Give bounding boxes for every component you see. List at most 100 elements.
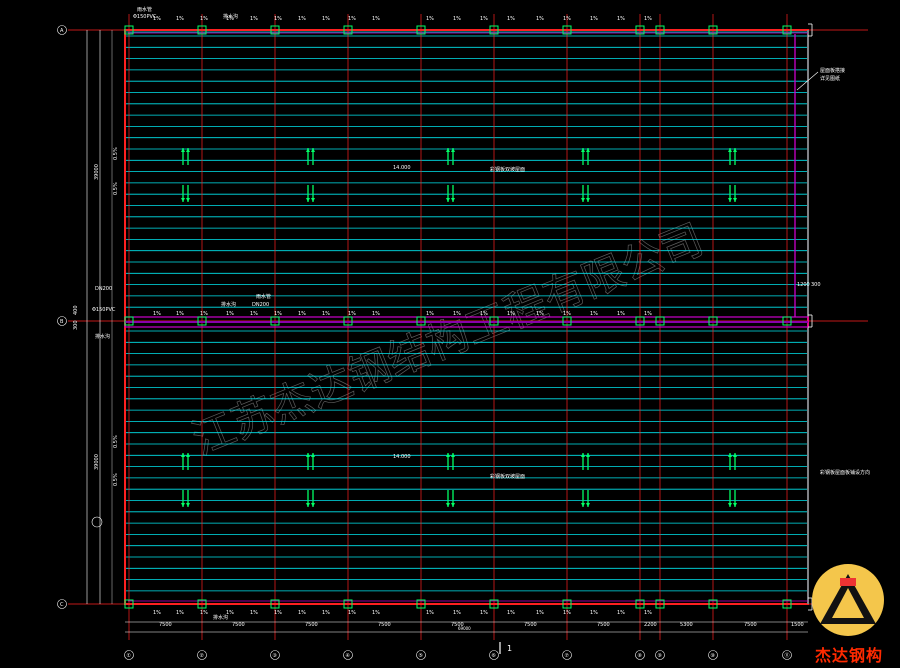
label-gutter-bottom: 排水沟: [213, 614, 228, 621]
slope-label: 1%: [453, 610, 461, 616]
slope-arrowhead: [451, 503, 455, 507]
slope-label: 1%: [507, 610, 515, 616]
slope-label: 1%: [250, 610, 258, 616]
slope-label: 1%: [274, 311, 282, 317]
slope-labels: 1% 1% 1% 1% 1% 1% 1% 1% 1% 1% 1% 1% 1% 1% 1% 1% 1% 1% 1% 1%…: [113, 16, 652, 616]
slope-arrowhead: [728, 503, 732, 507]
section-bubble: [91, 516, 103, 528]
slope-label: 1%: [226, 311, 234, 317]
slope-label-vertical: 0.5%: [113, 182, 119, 195]
slope-label-vertical: 0.5%: [113, 435, 119, 448]
slope-label: 1%: [507, 311, 515, 317]
slope-label: 1%: [426, 311, 434, 317]
label-pvc-left: Φ150PVC: [92, 307, 116, 313]
label-dn-left: DN200: [95, 286, 112, 292]
slope-arrowhead: [446, 198, 450, 202]
label-roof-top: 彩钢板双坡屋面: [490, 166, 525, 173]
slope-label: 1%: [426, 16, 434, 22]
row-bubble-label: C: [60, 602, 64, 608]
slope-label: 1%: [372, 16, 380, 22]
label-dim-mid-a: 300: [73, 320, 79, 330]
slope-arrowhead: [733, 503, 737, 507]
slope-label: 1%: [176, 16, 184, 22]
slope-label: 1%: [372, 311, 380, 317]
slope-label: 1%: [480, 610, 488, 616]
dim-label-bay: 7500: [378, 622, 391, 628]
label-gutter-top: 排水沟: [223, 13, 238, 20]
slope-label: 1%: [453, 311, 461, 317]
slope-label: 1%: [322, 610, 330, 616]
label-dn-mid: DN200: [252, 302, 269, 308]
slope-arrowhead: [306, 503, 310, 507]
slope-label: 1%: [644, 16, 652, 22]
slope-label: 1%: [322, 16, 330, 22]
label-elevation-bottom: 14.000: [393, 454, 411, 460]
slope-label: 1%: [153, 311, 161, 317]
col-bubble-label: ⑨: [658, 653, 662, 659]
slope-arrowhead: [728, 198, 732, 202]
dim-label-bay: 7500: [744, 622, 757, 628]
dim-label-bay: 7500: [159, 622, 172, 628]
dim-label-left: 39000: [94, 164, 100, 180]
slope-label: 1%: [274, 610, 282, 616]
dim-label-bay: 2200: [644, 622, 657, 628]
slope-label: 1%: [200, 311, 208, 317]
slope-label: 1%: [480, 311, 488, 317]
slope-label: 1%: [480, 16, 488, 22]
slope-label: 1%: [644, 610, 652, 616]
dim-label-left: 39000: [94, 454, 100, 470]
dim-label-bay: 7500: [597, 622, 610, 628]
slope-label: 1%: [298, 311, 306, 317]
label-pvc-top: Φ150PVC: [133, 14, 157, 20]
slope-label: 1%: [536, 311, 544, 317]
slope-arrowhead: [311, 198, 315, 202]
row-bubble-label: A: [60, 28, 64, 34]
label-gutter-left: 排水沟: [95, 333, 110, 340]
slope-arrowhead: [181, 503, 185, 507]
col-bubble-label: ⑦: [565, 653, 570, 659]
slope-label: 1%: [536, 610, 544, 616]
slope-label: 1%: [250, 311, 258, 317]
col-bubble-label: ⑥: [492, 653, 497, 659]
slope-label: 1%: [590, 311, 598, 317]
slope-arrowhead: [733, 198, 737, 202]
slope-label: 1%: [617, 311, 625, 317]
slope-label: 1%: [176, 311, 184, 317]
slope-arrowhead: [181, 198, 185, 202]
slope-arrowhead: [186, 198, 190, 202]
slope-label: 1%: [274, 16, 282, 22]
label-downpipe-mid: 雨水管: [256, 293, 271, 300]
col-bubble-label: ④: [346, 653, 351, 659]
slope-label: 1%: [590, 610, 598, 616]
label-gutter-mid: 排水沟: [221, 301, 236, 308]
slope-arrowhead: [581, 503, 585, 507]
slope-label: 1%: [298, 610, 306, 616]
slope-label: 1%: [536, 16, 544, 22]
slope-label: 1%: [563, 16, 571, 22]
slope-label: 1%: [590, 16, 598, 22]
slope-label: 1%: [250, 16, 258, 22]
slope-arrowhead: [311, 503, 315, 507]
slope-label-vertical: 0.5%: [113, 147, 119, 160]
slope-label: 1%: [322, 311, 330, 317]
slope-arrowhead: [306, 198, 310, 202]
col-bubble-label: ⑪: [785, 652, 790, 659]
slope-label-vertical: 0.5%: [113, 473, 119, 486]
logo-text: 杰达钢构: [814, 646, 883, 665]
roof-plan-drawing: 江苏杰达钢结构工程有限公司 1% 1% 1% 1% 1% 1% 1% 1% 1% 1% 1% 1% 1%…: [57, 6, 870, 660]
slope-label: 1%: [453, 16, 461, 22]
slope-arrowhead: [586, 503, 590, 507]
label-elevation-top: 14.000: [393, 165, 411, 171]
label-dim-mid-b: 400: [73, 305, 79, 315]
slope-label: 1%: [298, 16, 306, 22]
slope-label: 1%: [644, 311, 652, 317]
dim-label-bay: 7500: [305, 622, 318, 628]
slope-label: 1%: [426, 610, 434, 616]
col-bubble-label: ③: [273, 653, 277, 659]
slope-label: 1%: [153, 610, 161, 616]
label-note-right-2: 详见图纸: [820, 75, 840, 82]
slope-arrowhead: [586, 198, 590, 202]
label-dim-right: 1200: [797, 282, 810, 288]
slope-label: 1%: [176, 610, 184, 616]
slope-arrowhead: [446, 503, 450, 507]
